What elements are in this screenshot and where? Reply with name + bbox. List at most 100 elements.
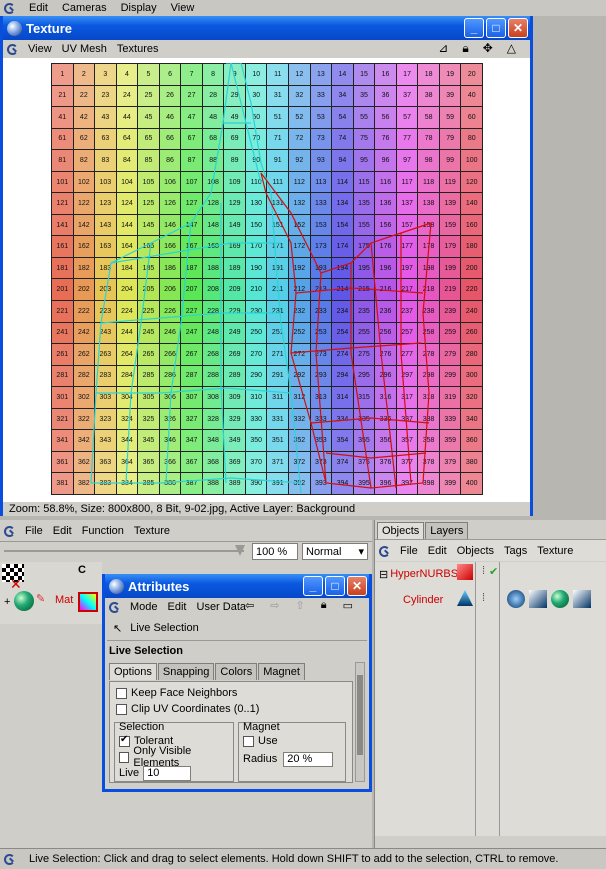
minimize-button[interactable]: _ bbox=[303, 576, 323, 596]
tab-layers[interactable]: Layers bbox=[425, 522, 469, 539]
tab-objects[interactable]: Objects bbox=[377, 522, 425, 539]
object-row-hypernurbs[interactable]: ⊟ HyperNURBS bbox=[379, 566, 458, 582]
menu-mode[interactable]: Mode bbox=[130, 601, 158, 613]
objects-menu: File Edit Objects Tags Texture bbox=[375, 539, 606, 561]
tab-colors[interactable]: Colors bbox=[215, 663, 258, 680]
material-label: Mat bbox=[55, 594, 74, 606]
menu-user-data[interactable]: User Data bbox=[197, 601, 247, 613]
texture-status: Zoom: 58.8%, Size: 800x800, 8 Bit, 9-02.… bbox=[3, 502, 530, 516]
close-button[interactable]: ✕ bbox=[508, 18, 528, 38]
cinema4d-logo-icon bbox=[3, 853, 15, 865]
status-text: Live Selection: Click and drag to select… bbox=[29, 853, 559, 865]
cinema4d-logo-icon bbox=[108, 601, 120, 613]
selection-group: Selection Tolerant Only Visible Elements… bbox=[114, 721, 234, 782]
menu-view[interactable]: View bbox=[171, 2, 195, 14]
move-icon[interactable]: ✥ bbox=[483, 41, 493, 56]
texture-window-menu: View UV Mesh Textures ⊿ 🔒︎ ✥ △ bbox=[3, 40, 530, 58]
lock-icon[interactable]: 🔒︎ bbox=[321, 599, 327, 612]
radius-input[interactable]: 20 % bbox=[283, 751, 334, 767]
check-icon[interactable]: ✔ bbox=[489, 565, 498, 578]
texture-window-titlebar[interactable]: Texture _ □ ✕ bbox=[3, 16, 530, 40]
menu-objects[interactable]: Objects bbox=[457, 545, 494, 557]
menu-edit[interactable]: Edit bbox=[29, 2, 48, 14]
menu-file[interactable]: File bbox=[25, 525, 43, 537]
expand-icon[interactable]: + bbox=[4, 596, 10, 608]
c-label: C bbox=[78, 564, 86, 576]
texture-window: Texture _ □ ✕ View UV Mesh Textures ⊿ 🔒︎… bbox=[0, 16, 533, 516]
live-input[interactable]: 10 bbox=[143, 765, 192, 781]
object-name: Cylinder bbox=[403, 594, 444, 606]
app-icon bbox=[7, 20, 22, 36]
menu-texture[interactable]: Texture bbox=[537, 545, 573, 557]
menu-tags[interactable]: Tags bbox=[504, 545, 527, 557]
mode-row: ↖ Live Selection bbox=[105, 620, 369, 636]
objects-tabs: Objects Layers bbox=[375, 520, 606, 539]
menu-display[interactable]: Display bbox=[121, 2, 157, 14]
menu-uv-mesh[interactable]: UV Mesh bbox=[62, 43, 107, 55]
forward-arrow-icon[interactable]: ⇨ bbox=[270, 599, 279, 612]
up-arrow-icon[interactable]: ⇧ bbox=[296, 599, 305, 612]
menu-edit[interactable]: Edit bbox=[53, 525, 72, 537]
back-arrow-icon[interactable]: ⇦ bbox=[245, 599, 254, 612]
menu-edit[interactable]: Edit bbox=[168, 601, 187, 613]
texture-window-title: Texture bbox=[26, 20, 72, 36]
attributes-title: Attributes bbox=[128, 578, 190, 594]
zoom-slider-track[interactable] bbox=[4, 550, 244, 552]
material-icons: ✕ + ✎ Mat C bbox=[0, 562, 102, 624]
attributes-scrollbar[interactable] bbox=[355, 662, 365, 782]
delete-x-icon[interactable]: ✕ bbox=[10, 576, 22, 593]
tab-options[interactable]: Options bbox=[109, 663, 157, 680]
main-menubar: Edit Cameras Display View bbox=[0, 0, 606, 16]
objects-panel: Objects Layers File Edit Objects Tags Te… bbox=[374, 520, 606, 848]
blend-mode-select[interactable]: Normal ▾ bbox=[302, 543, 368, 560]
material-tag-icon[interactable] bbox=[551, 590, 569, 608]
menu-cameras[interactable]: Cameras bbox=[62, 2, 107, 14]
new-window-icon[interactable]: ▭ bbox=[343, 599, 353, 612]
menu-view[interactable]: View bbox=[28, 43, 52, 55]
triangle-icon[interactable]: △ bbox=[507, 41, 516, 56]
mode-label: Live Selection bbox=[130, 622, 199, 634]
object-row-cylinder[interactable]: Cylinder bbox=[403, 592, 443, 608]
uvw-tag-icon[interactable] bbox=[529, 590, 547, 608]
magnet-group: Magnet Use Radius 20 % bbox=[238, 721, 346, 782]
close-button[interactable]: ✕ bbox=[347, 576, 367, 596]
visibility-dots-icon[interactable]: ⁞ bbox=[482, 565, 485, 577]
attributes-titlebar[interactable]: Attributes _ □ ✕ bbox=[105, 574, 369, 598]
color-swatch-icon[interactable] bbox=[78, 592, 98, 612]
brush-icon[interactable]: ✎ bbox=[36, 592, 45, 605]
minimize-button[interactable]: _ bbox=[464, 18, 484, 38]
maximize-button[interactable]: □ bbox=[325, 576, 345, 596]
menu-function[interactable]: Function bbox=[82, 525, 124, 537]
use-label: Use bbox=[258, 735, 278, 747]
menu-edit[interactable]: Edit bbox=[428, 545, 447, 557]
menu-texture[interactable]: Texture bbox=[134, 525, 170, 537]
attributes-window: Attributes _ □ ✕ Mode Edit User Data ⇦ ⇨… bbox=[102, 574, 372, 792]
cinema4d-logo-icon bbox=[3, 2, 15, 14]
only-visible-checkbox[interactable] bbox=[119, 751, 130, 763]
scrollbar-thumb[interactable] bbox=[357, 675, 363, 755]
texture-viewport[interactable]: 1 2 3 4 5 6 7 8 9 10 11 12 13 14 15 16 17 18 19 20 21 22 23 24 2… bbox=[3, 58, 530, 502]
status-bar: Live Selection: Click and drag to select… bbox=[0, 848, 606, 869]
visibility-dots-icon[interactable]: ⁞ bbox=[482, 592, 485, 604]
keep-face-neighbors-checkbox[interactable] bbox=[116, 687, 127, 699]
uv-mesh-overlay bbox=[90, 63, 432, 494]
radius-label: Radius bbox=[243, 753, 278, 765]
app-icon bbox=[109, 578, 124, 594]
use-checkbox[interactable] bbox=[243, 735, 254, 747]
lock-icon[interactable]: 🔒︎ bbox=[462, 41, 468, 56]
maximize-button[interactable]: □ bbox=[486, 18, 506, 38]
menu-textures[interactable]: Textures bbox=[117, 43, 159, 55]
zoom-input[interactable]: 100 % bbox=[252, 543, 298, 560]
tab-magnet[interactable]: Magnet bbox=[258, 663, 305, 680]
tolerant-checkbox[interactable] bbox=[119, 734, 130, 747]
phong-tag-icon[interactable] bbox=[507, 590, 525, 608]
graph-icon[interactable]: ⊿ bbox=[438, 41, 448, 56]
attributes-menu: Mode Edit User Data ⇦ ⇨ ⇧ 🔒︎ ▭ bbox=[105, 598, 369, 616]
selection-tag-icon[interactable] bbox=[573, 590, 591, 608]
material-sphere-icon[interactable] bbox=[14, 591, 34, 611]
cursor-arrow-icon: ↖ bbox=[113, 622, 123, 635]
clip-uv-checkbox[interactable] bbox=[116, 703, 127, 715]
tab-snapping[interactable]: Snapping bbox=[157, 663, 215, 680]
collapse-icon[interactable]: ⊟ bbox=[379, 568, 388, 581]
menu-file[interactable]: File bbox=[400, 545, 418, 557]
